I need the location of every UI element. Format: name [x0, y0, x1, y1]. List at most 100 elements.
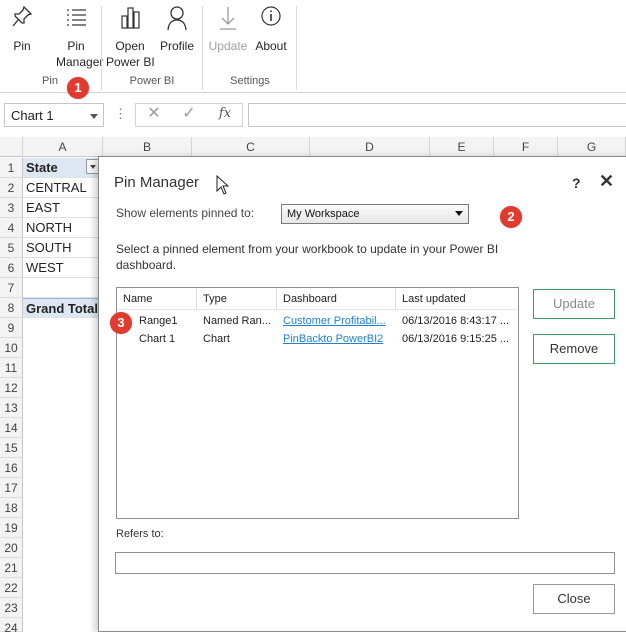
row-header[interactable]: 4	[0, 218, 23, 238]
show-elements-label: Show elements pinned to:	[116, 206, 255, 220]
row-header[interactable]: 2	[0, 178, 23, 198]
cancel-icon[interactable]: ✕	[145, 105, 163, 123]
pin-button-label: Pin	[13, 39, 31, 53]
row-header[interactable]: 22	[0, 578, 23, 598]
row-header[interactable]: 23	[0, 598, 23, 618]
list-header-name[interactable]: Name	[117, 288, 197, 310]
row-type: Chart	[203, 333, 230, 345]
column-header-d[interactable]: D	[310, 137, 430, 157]
close-icon[interactable]: ✕	[599, 171, 614, 192]
download-arrow-icon	[220, 7, 236, 30]
help-icon[interactable]: ?	[572, 175, 581, 191]
dialog-description: Select a pinned element from your workbo…	[116, 242, 499, 272]
refers-to-label: Refers to:	[116, 528, 164, 540]
column-header-c[interactable]: C	[192, 137, 310, 157]
remove-button[interactable]: Remove	[533, 334, 615, 364]
row-header[interactable]: 20	[0, 538, 23, 558]
row-name: Range1	[139, 315, 178, 327]
name-box[interactable]: Chart 1	[4, 103, 104, 127]
cell-a4[interactable]: NORTH	[23, 218, 102, 238]
pinned-elements-list[interactable]: Name Type Dashboard Last updated Range1 …	[116, 287, 519, 519]
about-button[interactable]: About	[252, 4, 290, 54]
list-item[interactable]: Chart 1 Chart PinBackto PowerBI2 06/13/2…	[117, 330, 518, 349]
refers-to-field[interactable]	[115, 552, 615, 574]
dialog-title: Pin Manager	[114, 174, 200, 191]
row-header[interactable]: 6	[0, 258, 23, 278]
row-header[interactable]: 7	[0, 278, 23, 298]
more-options-icon: ⋮	[114, 106, 127, 121]
row-header[interactable]: 16	[0, 458, 23, 478]
row-updated: 06/13/2016 8:43:17 ...	[402, 315, 510, 327]
callout-badge-3: 3	[110, 312, 132, 334]
row-header[interactable]: 5	[0, 238, 23, 258]
pin-manager-label-line1: Pin	[67, 39, 85, 53]
list-header-last-updated[interactable]: Last updated	[396, 288, 518, 310]
row-header[interactable]: 14	[0, 418, 23, 438]
cell-a2[interactable]: CENTRAL	[23, 178, 102, 198]
list-header-type[interactable]: Type	[197, 288, 277, 310]
row-dashboard-link[interactable]: Customer Profitabil...	[283, 312, 395, 327]
formula-bar: Chart 1 ⋮ ✕ ✓ fx	[0, 100, 626, 130]
group-separator	[296, 6, 297, 90]
row-header[interactable]: 19	[0, 518, 23, 538]
row-header[interactable]: 17	[0, 478, 23, 498]
column-header-a[interactable]: A	[23, 137, 103, 157]
info-icon	[261, 6, 281, 26]
open-powerbi-button[interactable]: Open Power BI	[106, 4, 155, 70]
column-header-e[interactable]: E	[430, 137, 494, 157]
mouse-cursor-icon	[216, 175, 230, 195]
group-label-powerbi: Power BI	[129, 75, 175, 87]
workspace-select-value: My Workspace	[287, 208, 360, 220]
row-dashboard-link[interactable]: PinBackto PowerBI2	[283, 330, 395, 345]
cell-a6[interactable]: WEST	[23, 258, 102, 278]
profile-button[interactable]: Profile	[158, 4, 196, 54]
pin-manager-dialog: Pin Manager ? ✕ Show elements pinned to:…	[98, 156, 626, 632]
pin-manager-button[interactable]: Pin Manager	[56, 4, 104, 70]
open-powerbi-label-line1: Open	[115, 39, 145, 53]
row-header[interactable]: 12	[0, 378, 23, 398]
row-header[interactable]: 9	[0, 318, 23, 338]
enter-icon[interactable]: ✓	[180, 105, 198, 123]
chevron-down-icon[interactable]	[90, 114, 98, 119]
profile-label: Profile	[159, 39, 194, 53]
cell-a7[interactable]	[23, 278, 102, 298]
row-header[interactable]: 10	[0, 338, 23, 358]
cell-a5[interactable]: SOUTH	[23, 238, 102, 258]
row-header[interactable]: 1	[0, 158, 23, 178]
row-header[interactable]: 11	[0, 358, 23, 378]
pin-button[interactable]: Pin	[8, 4, 36, 54]
list-item[interactable]: Range1 Named Ran... Customer Profitabil.…	[117, 312, 518, 331]
cell-a3[interactable]: EAST	[23, 198, 102, 218]
list-header-dashboard[interactable]: Dashboard	[277, 288, 396, 310]
column-header-f[interactable]: F	[494, 137, 558, 157]
row-header[interactable]: 21	[0, 558, 23, 578]
chevron-down-icon	[455, 211, 463, 216]
row-header[interactable]: 15	[0, 438, 23, 458]
pin-manager-label-line2: Manager	[56, 55, 104, 69]
row-header[interactable]: 13	[0, 398, 23, 418]
formula-input[interactable]	[248, 103, 626, 127]
close-button[interactable]: Close	[533, 584, 615, 614]
group-label-settings: Settings	[230, 75, 270, 87]
row-header[interactable]: 24	[0, 618, 23, 632]
row-header[interactable]: 3	[0, 198, 23, 218]
row-name: Chart 1	[139, 333, 176, 345]
row-header[interactable]: 8	[0, 298, 23, 318]
update-ribbon-button[interactable]: Update	[207, 4, 249, 54]
open-powerbi-label-line2: Power BI	[106, 55, 155, 69]
callout-badge-1: 1	[67, 77, 89, 99]
row-updated: 06/13/2016 9:15:25 ...	[402, 333, 510, 345]
powerbi-icon	[121, 7, 140, 29]
select-all-corner[interactable]	[0, 137, 23, 157]
column-header-b[interactable]: B	[103, 137, 192, 157]
workspace-select[interactable]: My Workspace	[281, 204, 469, 224]
group-label-pin: Pin	[42, 75, 58, 87]
update-button[interactable]: Update	[533, 289, 615, 319]
row-header[interactable]: 18	[0, 498, 23, 518]
cell-a8[interactable]: Grand Total	[23, 298, 102, 318]
name-box-value: Chart 1	[11, 108, 54, 123]
pin-icon	[12, 5, 33, 27]
column-header-g[interactable]: G	[558, 137, 626, 157]
profile-icon	[167, 6, 187, 31]
insert-function-icon[interactable]: fx	[216, 105, 234, 123]
